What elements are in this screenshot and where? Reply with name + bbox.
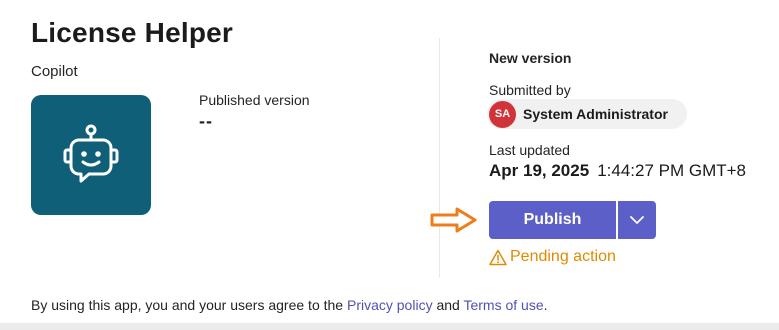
footer-consent: By using this app, you and your users ag…: [31, 297, 548, 313]
chevron-down-icon: [630, 216, 644, 224]
published-version-label: Published version: [199, 92, 310, 108]
pending-status: Pending action: [489, 248, 616, 266]
annotation-arrow-icon: [430, 207, 477, 233]
footer-and: and: [432, 297, 464, 313]
last-updated-time: 1:44:27 PM GMT+8: [597, 161, 747, 180]
publish-options-button[interactable]: [618, 201, 656, 239]
divider: [439, 38, 440, 278]
terms-of-use-link[interactable]: Terms of use: [463, 297, 543, 313]
bot-icon: [63, 124, 119, 183]
app-icon-tile: [31, 95, 151, 215]
publish-button[interactable]: Publish: [489, 201, 616, 239]
new-version-heading: New version: [489, 50, 572, 66]
footer-suffix: .: [543, 297, 548, 313]
last-updated-label: Last updated: [489, 142, 570, 158]
warning-icon: [489, 249, 507, 265]
avatar: SA: [489, 100, 516, 128]
footer-prefix: By using this app, you and your users ag…: [31, 297, 347, 313]
app-subtitle: Copilot: [31, 63, 78, 80]
privacy-policy-link[interactable]: Privacy policy: [347, 297, 433, 313]
app-title: License Helper: [31, 17, 233, 48]
submitted-by-label: Submitted by: [489, 82, 571, 98]
pending-text: Pending action: [510, 248, 616, 265]
submitter-name: System Administrator: [523, 106, 668, 122]
submitter-chip[interactable]: SA System Administrator: [487, 99, 687, 129]
last-updated-value: Apr 19, 2025 1:44:27 PM GMT+8: [489, 161, 746, 181]
last-updated-date: Apr 19, 2025: [489, 161, 590, 180]
bottom-bar: [0, 323, 779, 330]
published-version-value: --: [199, 111, 213, 131]
